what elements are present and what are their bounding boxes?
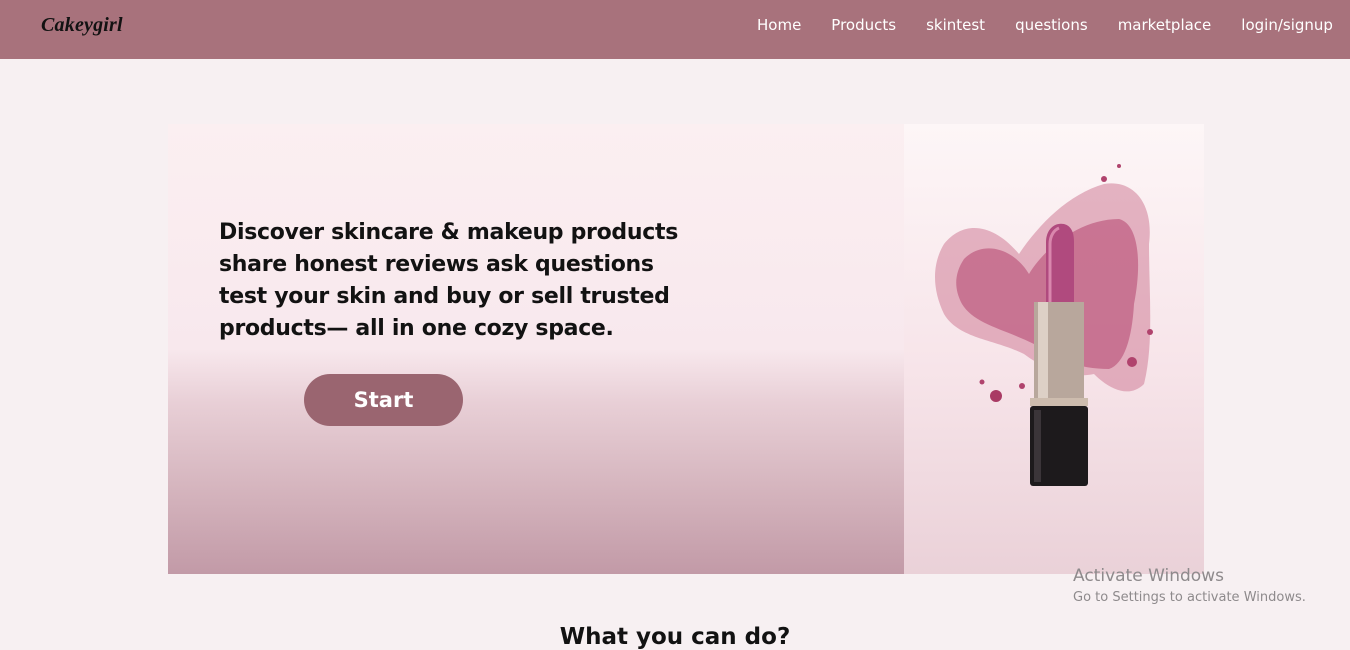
activate-windows-watermark: Activate Windows Go to Settings to activ…	[1073, 566, 1306, 607]
hero-text: Discover skincare & makeup products shar…	[219, 220, 678, 341]
navbar: Cakeygirl Home Products skintest questio…	[0, 0, 1350, 59]
activation-title: Activate Windows	[1073, 566, 1224, 586]
nav-link-marketplace[interactable]: marketplace	[1118, 16, 1212, 34]
activation-subtitle: Go to Settings to activate Windows.	[1073, 590, 1306, 605]
hero-image	[904, 124, 1204, 574]
nav-link-products[interactable]: Products	[831, 16, 896, 34]
nav-links: Home Products skintest questions marketp…	[757, 16, 1333, 34]
start-button[interactable]: Start	[304, 374, 463, 426]
nav-link-skintest[interactable]: skintest	[926, 16, 985, 34]
nav-link-questions[interactable]: questions	[1015, 16, 1088, 34]
nav-link-home[interactable]: Home	[757, 16, 801, 34]
nav-link-login-signup[interactable]: login/signup	[1241, 16, 1333, 34]
section-title: What you can do?	[559, 624, 791, 650]
site-logo[interactable]: Cakeygirl	[41, 14, 123, 37]
lipstick-splash-icon	[935, 164, 1153, 486]
hero-banner: Discover skincare & makeup products shar…	[168, 124, 1204, 574]
